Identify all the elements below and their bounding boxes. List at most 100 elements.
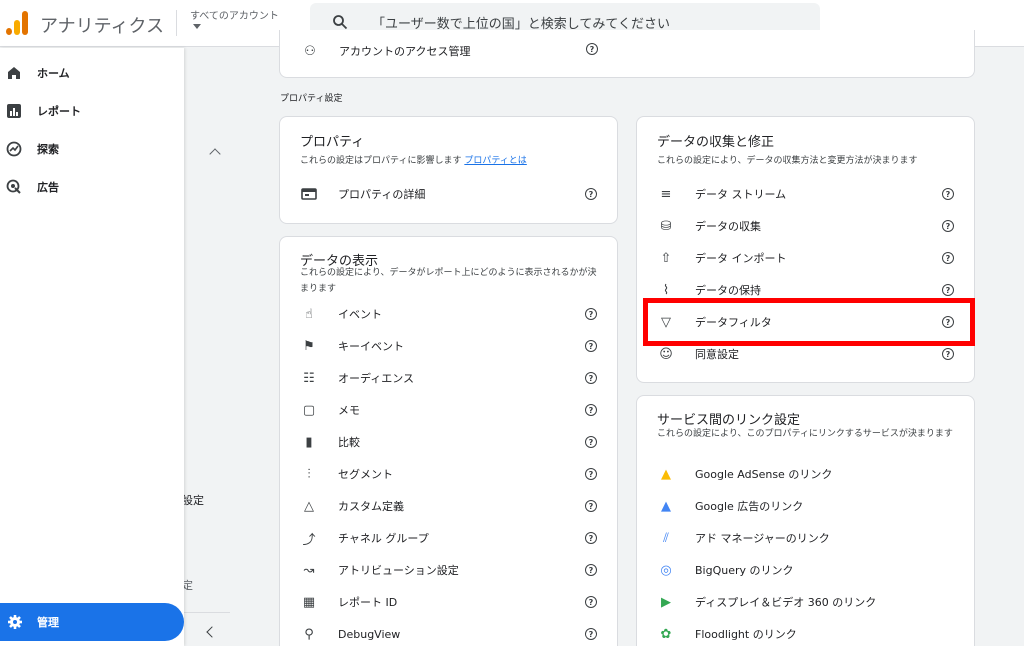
- row-label: キーイベント: [338, 340, 404, 353]
- sidebar-item-admin[interactable]: 管理: [0, 603, 184, 641]
- list-item[interactable]: ⤴ チャネル グループ: [300, 525, 580, 551]
- debug-icon: ⚲: [304, 626, 314, 642]
- advertising-icon: [6, 179, 21, 194]
- sidebar-item-advertising[interactable]: 広告: [0, 171, 184, 203]
- row-label: アトリビューション設定: [338, 564, 459, 577]
- row-label: カスタム定義: [338, 500, 404, 513]
- help-icon[interactable]: ?: [585, 436, 597, 448]
- list-item[interactable]: △ カスタム定義: [300, 493, 580, 519]
- help-icon[interactable]: ?: [942, 284, 954, 296]
- consent-icon: ☺: [659, 346, 673, 362]
- row-label: BigQuery のリンク: [695, 564, 794, 577]
- account-settings-card: ⚇ アカウントのアクセス管理 ?: [279, 30, 975, 78]
- help-icon[interactable]: ?: [942, 188, 954, 200]
- list-item[interactable]: ↝ アトリビューション設定: [300, 557, 580, 583]
- row-label: メモ: [338, 404, 360, 417]
- google-ads-icon: ▲: [661, 498, 671, 514]
- help-icon[interactable]: ?: [585, 340, 597, 352]
- help-icon[interactable]: ?: [942, 348, 954, 360]
- gear-icon: [8, 615, 22, 629]
- help-icon[interactable]: ?: [585, 372, 597, 384]
- section-heading: プロパティ設定: [280, 94, 343, 104]
- row-label: データの収集: [695, 220, 761, 233]
- flag-icon: ⚑: [303, 338, 315, 354]
- sidebar-item-label: 広告: [37, 181, 59, 194]
- divider: [184, 612, 230, 613]
- floodlight-icon: ✿: [660, 626, 672, 642]
- row-label: Floodlight のリンク: [695, 628, 797, 641]
- row-label: Google AdSense のリンク: [695, 468, 833, 481]
- help-icon[interactable]: ?: [585, 628, 597, 640]
- help-icon[interactable]: ?: [585, 404, 597, 416]
- sidebar-item-label: ホーム: [37, 67, 70, 80]
- note-icon: ▢: [302, 402, 316, 418]
- sidebar-item-explore[interactable]: 探索: [0, 133, 184, 165]
- list-item[interactable]: ▢ メモ: [300, 397, 580, 423]
- list-item[interactable]: ⫽ アド マネージャーのリンク: [657, 525, 937, 551]
- database-icon: ⛁: [660, 218, 672, 234]
- stream-icon: ≡: [660, 186, 672, 202]
- secondary-nav-item-partial[interactable]: 設定: [182, 492, 204, 508]
- row-label: データ ストリーム: [695, 188, 787, 201]
- list-item[interactable]: ⫶ セグメント: [300, 461, 580, 487]
- list-item[interactable]: ▶ ディスプレイ＆ビデオ 360 のリンク: [657, 589, 937, 615]
- list-item[interactable]: ⚲ DebugView: [300, 621, 580, 646]
- shapes-icon: △: [304, 498, 314, 514]
- row-label: データの保持: [695, 284, 761, 297]
- help-icon[interactable]: ?: [585, 188, 597, 200]
- row-label: 比較: [338, 436, 360, 449]
- row-label: 同意設定: [695, 348, 739, 361]
- help-icon[interactable]: ?: [585, 468, 597, 480]
- sidebar-item-label: レポート: [37, 105, 81, 118]
- list-item[interactable]: ▮ 比較: [300, 429, 580, 455]
- list-item[interactable]: ▦ レポート ID: [300, 589, 580, 615]
- home-icon: [8, 67, 20, 79]
- account-dropdown-icon[interactable]: [193, 24, 201, 29]
- card-title: データの収集と修正: [657, 135, 775, 150]
- help-icon[interactable]: ?: [585, 564, 597, 576]
- list-item[interactable]: ▲ Google 広告のリンク: [657, 493, 937, 519]
- list-item[interactable]: ⛁ データの収集: [657, 213, 937, 239]
- sidebar-item-reports[interactable]: レポート: [0, 95, 184, 127]
- row-label: チャネル グループ: [338, 532, 429, 545]
- list-item[interactable]: ⚑ キーイベント: [300, 333, 580, 359]
- row-label: DebugView: [338, 627, 401, 641]
- merge-icon: ⤴: [302, 532, 316, 548]
- card-title: プロパティ: [300, 135, 365, 150]
- list-item[interactable]: ✿ Floodlight のリンク: [657, 621, 937, 646]
- property-help-link[interactable]: プロパティとは: [464, 156, 526, 166]
- help-icon[interactable]: ?: [942, 252, 954, 264]
- data-display-card: データの表示 これらの設定により、データがレポート上にどのように表示されるかが決…: [279, 236, 618, 646]
- help-icon[interactable]: ?: [585, 308, 597, 320]
- sidebar-item-home[interactable]: ホーム: [0, 57, 184, 89]
- report-id-icon: ▦: [302, 594, 316, 610]
- property-details-icon: [301, 188, 317, 200]
- help-icon[interactable]: ?: [585, 596, 597, 608]
- list-item[interactable]: ◎ BigQuery のリンク: [657, 557, 937, 583]
- help-icon[interactable]: ?: [586, 43, 598, 55]
- list-item[interactable]: ☷ オーディエンス: [300, 365, 580, 391]
- service-links-card: サービス間のリンク設定 これらの設定により、このプロパティにリンクするサービスが…: [636, 395, 975, 646]
- help-icon[interactable]: ?: [585, 532, 597, 544]
- account-selector-label[interactable]: すべてのアカウント: [190, 7, 279, 22]
- row-label: オーディエンス: [338, 372, 415, 385]
- description-text: これらの設定はプロパティに影響します: [300, 156, 462, 166]
- list-item[interactable]: ≡ データ ストリーム: [657, 181, 937, 207]
- list-item[interactable]: ⚇ アカウントのアクセス管理: [301, 38, 601, 64]
- list-item[interactable]: ☝ イベント: [300, 301, 580, 327]
- analytics-logo-icon[interactable]: [6, 11, 28, 35]
- ad-manager-icon: ⫽: [663, 530, 669, 546]
- list-item[interactable]: ⇧ データ インポート: [657, 245, 937, 271]
- upload-icon: ⇧: [660, 250, 672, 266]
- list-item[interactable]: ▲ Google AdSense のリンク: [657, 461, 937, 487]
- secondary-nav-panel: [184, 48, 230, 646]
- help-icon[interactable]: ?: [942, 220, 954, 232]
- access-management-icon: ⚇: [304, 43, 316, 59]
- help-icon[interactable]: ?: [585, 500, 597, 512]
- adsense-icon: ▲: [661, 466, 671, 482]
- retention-icon: ⌇: [662, 282, 670, 298]
- bigquery-icon: ◎: [660, 562, 672, 578]
- app-title: アナリティクス: [40, 16, 165, 37]
- list-item[interactable]: プロパティの詳細: [300, 181, 580, 207]
- audience-icon: ☷: [303, 370, 315, 386]
